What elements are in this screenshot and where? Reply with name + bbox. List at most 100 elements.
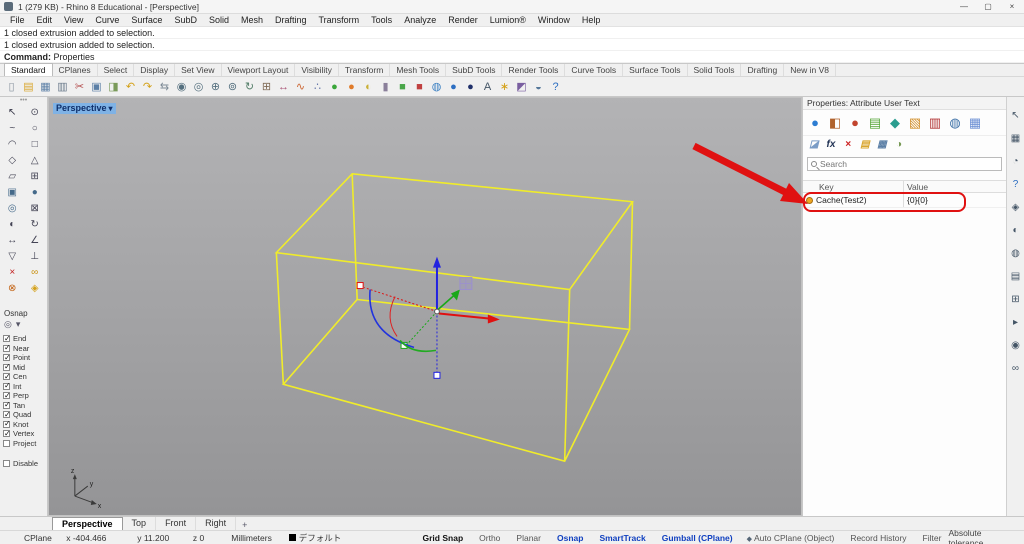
sphere-icon[interactable]: ● [24,185,47,201]
toolbar-tab[interactable]: Display [134,64,175,76]
help-icon[interactable]: ? [547,78,564,96]
paste-icon[interactable]: ◨ [105,78,122,96]
curve-icon[interactable]: ~ [1,121,24,137]
join-icon[interactable]: ∞ [24,265,47,281]
osnap-filter-icon[interactable]: ▾ [16,319,21,330]
viewport-tab[interactable]: Right [196,517,236,530]
panel-rendering-icon[interactable]: ◍ [1011,249,1020,259]
osnap-checkbox-item[interactable]: End [3,334,44,344]
save-file-icon[interactable]: ▦ [875,136,889,154]
value-column-header[interactable]: Value [903,181,961,192]
texture-mapping-icon[interactable]: ◆ [886,114,904,132]
menu-item[interactable]: Transform [313,14,366,27]
rectangle-icon[interactable]: □ [24,137,47,153]
delete-icon[interactable]: × [1,265,24,281]
save-icon[interactable]: ▦ [37,78,54,96]
viewport-tab[interactable]: Perspective [52,517,123,530]
point-icon[interactable]: ⊙ [24,105,47,121]
checkbox[interactable] [3,364,10,371]
toolbar-tab[interactable]: Set View [175,64,221,76]
checkbox[interactable] [3,335,10,342]
checkbox[interactable] [3,411,10,418]
gumball-rotate-arc-blue[interactable] [370,290,414,348]
plane-icon[interactable]: ▱ [1,169,24,185]
command-prompt[interactable]: Command: Properties [0,51,1024,63]
toolbar-tab[interactable]: CPlanes [53,64,98,76]
key-column-header[interactable]: Key [803,182,903,192]
toolbar-tab[interactable]: Transform [339,64,390,76]
material-icon[interactable]: ● [846,114,864,132]
viewport-canvas[interactable]: z y x [48,97,802,516]
box-icon[interactable]: ▣ [1,185,24,201]
gumball[interactable] [357,257,500,379]
toolbar-tab[interactable]: Solid Tools [688,64,742,76]
menu-item[interactable]: SubD [168,14,203,27]
decal-icon[interactable]: ◧ [826,114,844,132]
zoom-dynamic-icon[interactable]: ◉ [173,78,190,96]
osnap-checkbox-item[interactable]: Project [3,439,44,449]
toolbar-tab[interactable]: Viewport Layout [222,64,296,76]
toolbar-tab[interactable]: Select [98,64,135,76]
menu-item[interactable]: Window [532,14,576,27]
osnap-checkbox-item[interactable]: Point [3,353,44,363]
viewport-tab[interactable]: Top [123,517,157,530]
statusbar-toggle[interactable]: Grid Snap [414,533,471,543]
menu-item[interactable]: Solid [203,14,235,27]
osnap-checkbox-item[interactable]: Vertex [3,429,44,439]
attribute-user-text-icon[interactable]: ▤ [866,114,884,132]
stack-icon[interactable]: ▦ [966,114,984,132]
polygon-icon[interactable]: ◇ [1,153,24,169]
circle-icon[interactable]: ○ [24,121,47,137]
menu-item[interactable]: Mesh [235,14,269,27]
gumball-z-handle[interactable] [434,372,440,378]
panel-properties-icon[interactable]: ↖ [1011,111,1019,121]
gumball-center[interactable] [435,309,440,314]
grid-icon[interactable]: ⊞ [258,78,275,96]
table-row[interactable]: Cache(Test2) {0}{0} [803,193,1006,208]
toolbar-tab[interactable]: SubD Tools [446,64,502,76]
new-file-icon[interactable]: ▯ [3,78,20,96]
rendering-icon[interactable]: ◍ [946,114,964,132]
copy-icon[interactable]: ▣ [88,78,105,96]
statusbar-toggle[interactable]: Osnap [548,533,590,543]
sphere-dark-icon[interactable]: ● [462,78,479,96]
osnap-disable-checkbox[interactable]: Disable [3,459,44,469]
split-icon[interactable]: ⊗ [1,281,24,297]
checkbox[interactable] [3,345,10,352]
statusbar-toggle[interactable]: Record History [841,533,913,543]
checkbox[interactable] [3,421,10,428]
toolbar-tab[interactable]: Curve Tools [565,64,623,76]
details-icon[interactable]: ▧ [906,114,924,132]
pan-icon[interactable]: ⇆ [156,78,173,96]
import-file-icon[interactable]: ▤ [858,136,872,154]
surface-icon[interactable]: ⊞ [24,169,47,185]
gumball-y-arrow[interactable] [437,296,454,311]
new-viewport-icon[interactable]: + [236,520,253,530]
material-red-icon[interactable]: ■ [411,78,428,96]
absolute-tolerance-label[interactable]: Absolute tolerance [948,528,1016,544]
statusbar-toggle[interactable]: SmartTrack [590,533,652,543]
checkbox[interactable] [3,354,10,361]
menu-item[interactable]: Tools [365,14,398,27]
toolbar-tab[interactable]: Drafting [741,64,784,76]
zoom-window-icon[interactable]: ◎ [190,78,207,96]
maximize-button[interactable]: ▢ [976,0,1000,13]
gears-icon[interactable]: ∗ [496,78,513,96]
print-icon[interactable]: ▥ [54,78,71,96]
menu-item[interactable]: Drafting [269,14,313,27]
current-layer[interactable]: デフォルト [289,532,414,544]
osnap-checkbox-item[interactable]: Int [3,382,44,392]
menu-item[interactable]: Curve [89,14,125,27]
menu-item[interactable]: File [4,14,31,27]
osnap-checkbox-item[interactable]: Mid [3,363,44,373]
globe-icon[interactable]: ◍ [428,78,445,96]
menu-item[interactable]: View [58,14,89,27]
checkbox[interactable] [3,402,10,409]
object-properties-icon[interactable]: ● [806,114,824,132]
gumball-x-arrow[interactable] [439,313,489,318]
scale-icon[interactable]: ▽ [1,249,24,265]
sidebar-drag-handle[interactable]: ••• [0,97,47,105]
osnap-checkbox-item[interactable]: Near [3,344,44,354]
osnap-checkbox-item[interactable]: Cen [3,372,44,382]
panel-boxedit-icon[interactable]: ⊞ [1011,295,1019,305]
